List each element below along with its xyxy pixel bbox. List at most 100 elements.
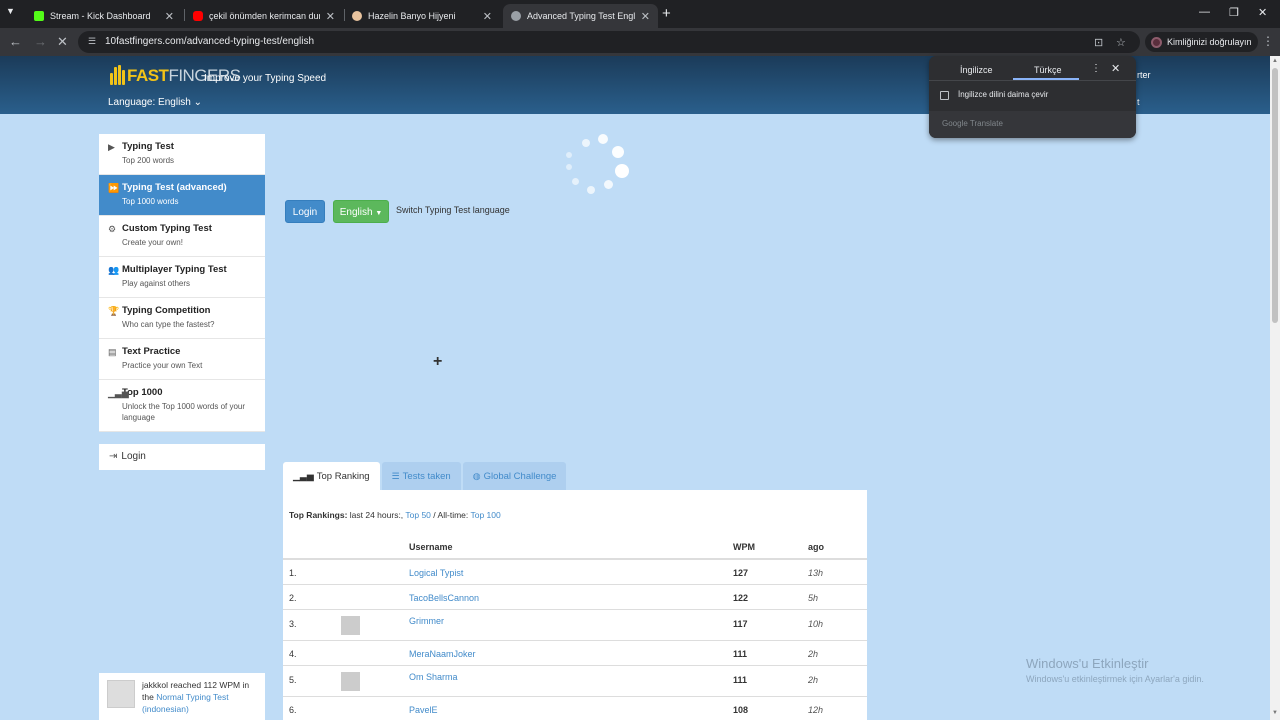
play-icon: ▶	[108, 142, 115, 152]
sidebar-item-title: Typing Test (advanced)	[122, 182, 227, 193]
always-translate-label: İngilizce dilini daima çevir	[958, 90, 1049, 99]
page-scrollbar[interactable]: ▲ ▼	[1270, 56, 1280, 720]
sidebar-item-custom-typing-test[interactable]: ⚙ Custom Typing Test Create your own!	[99, 216, 265, 257]
stop-loading-icon[interactable]: ✕	[57, 34, 68, 50]
profile-button[interactable]: Kimliğinizi doğrulayın	[1145, 32, 1258, 52]
username-link[interactable]: Om Sharma	[409, 672, 458, 682]
username-link[interactable]: Logical Typist	[409, 568, 463, 578]
tab-label: Global Challenge	[483, 471, 557, 482]
back-icon[interactable]: ←	[9, 34, 22, 49]
forward-icon[interactable]: →	[34, 34, 47, 49]
activity-text: reached	[170, 680, 202, 690]
youtube-favicon-icon	[193, 11, 203, 21]
table-header-row: Username WPM ago	[283, 536, 867, 559]
username-link[interactable]: TacoBellsCannon	[409, 593, 479, 603]
globe-icon: ◍	[472, 471, 481, 481]
scroll-down-icon[interactable]: ▼	[1272, 710, 1278, 716]
tab-target-language[interactable]: Türkçe	[1034, 65, 1062, 75]
tab-title: Stream - Kick Dashboard	[50, 11, 151, 21]
close-icon[interactable]: ✕	[165, 10, 174, 23]
username-link[interactable]: PavelE	[409, 705, 438, 715]
translate-icon[interactable]: ⊡	[1094, 36, 1103, 49]
sidebar-item-subtitle: Top 1000 words	[122, 197, 179, 206]
sidebar-item-typing-test[interactable]: ▶ Typing Test Top 200 words	[99, 134, 265, 175]
sidebar-item-top-1000[interactable]: ▁▃▅ Top 1000 Unlock the Top 1000 words o…	[99, 380, 265, 432]
rank-cell: 3.	[289, 619, 297, 629]
activity-user: jakkkol	[142, 680, 168, 690]
minimize-icon[interactable]: —	[1199, 6, 1210, 18]
sidebar-item-subtitle: Who can type the fastest?	[122, 320, 215, 329]
users-icon: 👥	[108, 265, 120, 275]
language-button[interactable]: English ▼	[333, 200, 389, 223]
close-icon[interactable]: ✕	[1111, 62, 1120, 75]
activity-test-link[interactable]: Normal Typing Test (indonesian)	[142, 692, 229, 714]
column-header-username: Username	[409, 542, 453, 552]
more-options-icon[interactable]: ⋮	[1091, 63, 1101, 74]
bookmark-star-icon[interactable]: ☆	[1116, 36, 1126, 49]
trophy-icon: 🏆	[108, 306, 120, 316]
watermark-subtitle: Windows'u etkinleştirmek için Ayarlar'a …	[1026, 674, 1204, 684]
close-icon[interactable]: ✕	[483, 10, 492, 23]
tab-tests-taken[interactable]: ☰ Tests taken	[381, 462, 461, 490]
browser-tab-active[interactable]: Advanced Typing Test English - ✕	[503, 4, 658, 28]
tab-top-ranking[interactable]: ▁▃▅ Top Ranking	[283, 462, 380, 490]
scrollbar-thumb[interactable]	[1272, 68, 1278, 323]
maximize-icon[interactable]: ❐	[1229, 6, 1239, 19]
new-tab-button[interactable]: +	[662, 5, 671, 22]
browser-menu-icon[interactable]: ⋮	[1262, 34, 1274, 48]
signal-icon: ▁▃▅	[293, 471, 314, 481]
top-50-link[interactable]: Top 50	[405, 510, 431, 520]
table-row: 4. MeraNaamJoker 111 2h	[283, 640, 867, 665]
browser-tab-kick[interactable]: Stream - Kick Dashboard ✕	[26, 4, 182, 28]
sidebar-item-typing-test-advanced[interactable]: ⏩ Typing Test (advanced) Top 1000 words	[99, 175, 265, 216]
language-selector[interactable]: Language: English ⌄	[108, 97, 202, 108]
logo-hand-icon	[109, 65, 125, 87]
wpm-cell: 127	[733, 568, 749, 578]
header-link-partial[interactable]: t	[1137, 97, 1140, 107]
username-link[interactable]: Grimmer	[409, 616, 444, 626]
ago-cell: 10h	[808, 619, 824, 629]
tab-search-icon[interactable]: ▼	[6, 6, 15, 16]
scroll-up-icon[interactable]: ▲	[1272, 58, 1278, 64]
sidebar-item-text-practice[interactable]: ▤ Text Practice Practice your own Text	[99, 339, 265, 380]
close-icon[interactable]: ✕	[641, 10, 650, 23]
site-tagline: Improve your Typing Speed	[204, 73, 327, 84]
table-row: 3. Grimmer 117 10h	[283, 609, 867, 640]
ranking-header: Top Rankings: last 24 hours:, Top 50 / A…	[289, 510, 501, 520]
tab-title: çekil önümden kerimcan durmaz	[209, 11, 320, 21]
logo-text-fast: FAST	[127, 66, 169, 85]
sidebar-item-competition[interactable]: 🏆 Typing Competition Who can type the fa…	[99, 298, 265, 339]
browser-tab-hazelin[interactable]: Hazelin Banyo Hijyeni ✕	[344, 4, 500, 28]
tab-title: Hazelin Banyo Hijyeni	[368, 11, 456, 21]
tab-source-language[interactable]: İngilizce	[960, 65, 993, 75]
header-link-partial[interactable]: rter	[1137, 70, 1151, 80]
translate-footer: Google Translate	[929, 111, 1136, 138]
recent-activity-item: jakkkol reached 112 WPM in the Normal Ty…	[99, 673, 265, 720]
sidebar-login-link[interactable]: ⇥ Login	[99, 444, 265, 470]
login-button[interactable]: Login	[285, 200, 325, 223]
tab-label: Top Ranking	[316, 471, 370, 482]
always-translate-checkbox[interactable]	[940, 91, 949, 100]
tab-label: Tests taken	[402, 471, 451, 482]
sidebar-item-subtitle: Practice your own Text	[122, 361, 203, 370]
login-label: Login	[121, 451, 146, 462]
ago-cell: 12h	[808, 705, 824, 715]
top-100-link[interactable]: Top 100	[470, 510, 500, 520]
avatar	[341, 616, 360, 635]
avatar	[341, 672, 360, 691]
loading-spinner-icon	[560, 132, 630, 198]
column-header-wpm: WPM	[733, 542, 755, 552]
tab-global-challenge[interactable]: ◍ Global Challenge	[462, 462, 567, 490]
browser-tab-youtube[interactable]: çekil önümden kerimcan durmaz ✕	[185, 4, 343, 28]
username-link[interactable]: MeraNaamJoker	[409, 649, 476, 659]
close-icon[interactable]: ✕	[326, 10, 335, 23]
site-info-icon[interactable]: ☰	[88, 36, 98, 47]
url-bar[interactable]: ☰ 10fastfingers.com/advanced-typing-test…	[78, 31, 1140, 53]
window-close-icon[interactable]: ✕	[1258, 6, 1267, 19]
wpm-cell: 108	[733, 705, 749, 715]
avatar	[107, 680, 135, 708]
ranking-header-text: last 24 hours:,	[349, 510, 404, 520]
forward-icon: ⏩	[108, 183, 120, 193]
rank-cell: 4.	[289, 649, 297, 659]
sidebar-item-multiplayer[interactable]: 👥 Multiplayer Typing Test Play against o…	[99, 257, 265, 298]
